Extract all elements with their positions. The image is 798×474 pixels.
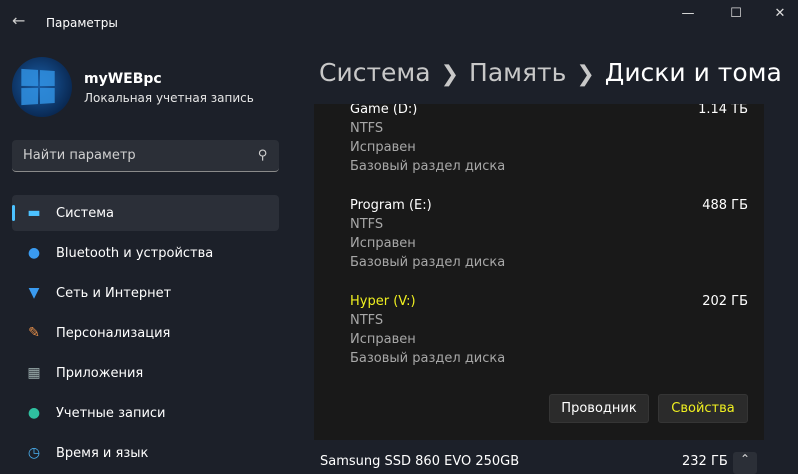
search-icon: ⚲ — [258, 148, 268, 163]
wifi-icon: ▼ — [28, 285, 40, 301]
breadcrumb: Система ❯ Память ❯ Диски и тома — [319, 58, 782, 87]
window-title: Параметры — [46, 16, 118, 30]
search-input[interactable]: Найти параметр ⚲ — [12, 140, 279, 172]
windows-logo-icon — [21, 68, 55, 106]
volume-status: Исправен — [350, 332, 416, 347]
apps-icon: ▦ — [27, 365, 41, 381]
volume-status: Исправен — [350, 140, 416, 155]
chevron-right-icon: ❯ — [440, 62, 460, 87]
chevron-up-icon: ⌃ — [739, 452, 751, 466]
volume-item[interactable]: Game (D:) 1.14 ТБ NTFS Исправен Базовый разд… — [350, 100, 748, 176]
volume-name: Hyper (V:) — [350, 294, 416, 309]
header-backdrop — [290, 92, 798, 104]
chevron-right-icon: ❯ — [576, 62, 595, 87]
collapse-button[interactable]: ⌃ — [733, 452, 757, 474]
sidebar-item-apps[interactable]: ▦ Приложения — [12, 355, 279, 391]
volume-fs: NTFS — [350, 313, 384, 328]
volume-fs: NTFS — [350, 217, 384, 232]
person-icon: ● — [27, 405, 41, 421]
page-title: Диски и тома — [604, 58, 782, 87]
properties-button[interactable]: Свойства — [658, 394, 748, 423]
sidebar-item-accounts[interactable]: ● Учетные записи — [12, 395, 279, 431]
volume-status: Исправен — [350, 236, 416, 251]
sidebar-item-label: Система — [56, 205, 115, 221]
sidebar-item-system[interactable]: ▬ Система — [12, 195, 279, 231]
volume-size: 488 ГБ — [702, 198, 748, 213]
volumes-card: Game (D:) 1.14 ТБ NTFS Исправен Базовый разд… — [314, 102, 764, 440]
selection-indicator — [12, 205, 15, 221]
close-button[interactable]: ✕ — [765, 6, 795, 21]
maximize-button[interactable]: ☐ — [721, 6, 751, 21]
sidebar-item-personalization[interactable]: ✎ Персонализация — [12, 315, 279, 351]
sidebar-item-label: Сеть и Интернет — [56, 285, 172, 301]
bluetooth-icon: ● — [27, 245, 41, 261]
sidebar-item-label: Время и язык — [56, 445, 149, 461]
account-type: Локальная учетная запись — [84, 91, 254, 105]
volume-fs: NTFS — [350, 121, 384, 136]
sidebar-item-label: Приложения — [56, 365, 144, 381]
back-button[interactable]: ← — [12, 11, 25, 30]
volume-type: Базовый раздел диска — [350, 351, 506, 366]
monitor-icon: ▬ — [27, 205, 41, 221]
brush-icon: ✎ — [28, 325, 40, 341]
sidebar-item-label: Bluetooth и устройства — [56, 245, 214, 261]
breadcrumb-system[interactable]: Система — [319, 58, 431, 87]
clock-globe-icon: ◷ — [27, 445, 41, 461]
volume-name: Program (E:) — [350, 198, 432, 213]
sidebar-item-label: Учетные записи — [56, 405, 166, 421]
avatar[interactable] — [12, 57, 72, 117]
sidebar-item-time-language[interactable]: ◷ Время и язык — [12, 435, 279, 471]
sidebar-item-network[interactable]: ▼ Сеть и Интернет — [12, 275, 279, 311]
volume-type: Базовый раздел диска — [350, 159, 506, 174]
sidebar-item-label: Персонализация — [56, 325, 171, 341]
volume-item[interactable]: Program (E:) 488 ГБ NTFS Исправен Базовый ра… — [350, 196, 748, 272]
volume-type: Базовый раздел диска — [350, 255, 506, 270]
volume-size: 202 ГБ — [702, 294, 748, 309]
search-placeholder: Найти параметр — [23, 148, 136, 163]
minimize-button[interactable]: — — [673, 6, 703, 21]
breadcrumb-storage[interactable]: Память — [469, 58, 566, 87]
sidebar-item-bluetooth[interactable]: ● Bluetooth и устройства — [12, 235, 279, 271]
explorer-button[interactable]: Проводник — [549, 394, 649, 423]
user-name: myWEBpc — [84, 71, 162, 87]
volume-item[interactable]: Hyper (V:) 202 ГБ NTFS Исправен Базовый разд… — [350, 292, 748, 368]
